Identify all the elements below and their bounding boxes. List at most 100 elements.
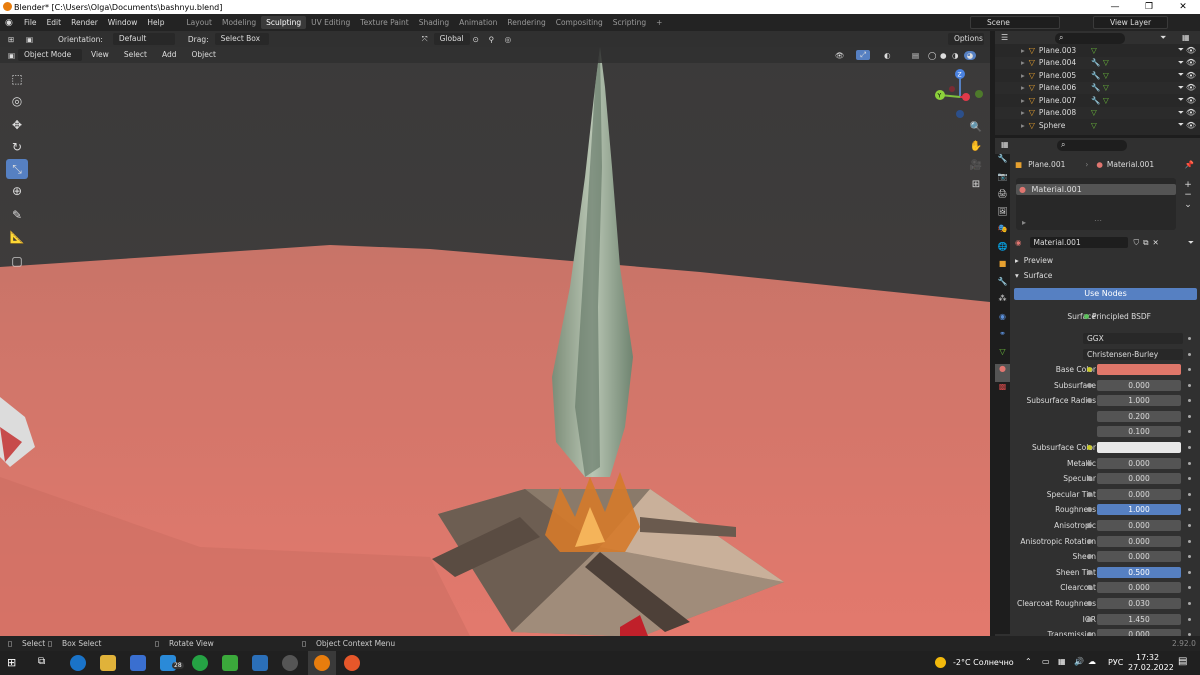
socket-dot-icon[interactable] (1087, 569, 1092, 575)
selectable-funnel-icon[interactable]: ⏷ (1178, 120, 1184, 130)
modifier-tab-icon[interactable]: 🔧 (995, 277, 1010, 295)
visibility-eye-icon[interactable]: 👁 (1186, 58, 1196, 67)
maps-icon[interactable] (222, 655, 238, 671)
tab-compositing[interactable]: Compositing (551, 16, 608, 29)
cursor-tool-icon[interactable]: ◎ (6, 91, 28, 111)
keyframe-dot[interactable] (1188, 555, 1191, 559)
orientation-dropdown[interactable]: Default (112, 33, 175, 45)
add-slot-icon[interactable]: + (1180, 180, 1196, 190)
firefox-icon[interactable] (344, 655, 360, 671)
texture-tab-icon[interactable]: ▩ (995, 382, 1010, 400)
mesh-data-icon[interactable]: ▽ (1103, 58, 1109, 67)
add-workspace-icon[interactable]: + (651, 16, 667, 29)
socket-dot-icon[interactable] (1087, 445, 1092, 450)
visibility-eye-icon[interactable]: 👁 (1186, 96, 1196, 105)
keyframe-dot[interactable] (1188, 414, 1191, 418)
visibility-eye-icon[interactable]: 👁 (1186, 46, 1196, 55)
property-field[interactable]: 0.500 (1097, 566, 1181, 578)
snap-icon[interactable]: ⚲ (489, 35, 505, 44)
property-field[interactable]: 0.200 (1097, 410, 1181, 422)
close-button[interactable]: ✕ (1166, 0, 1200, 14)
task-view-icon[interactable]: ⧉ (38, 656, 45, 667)
visibility-eye-icon[interactable]: 👁 (1186, 121, 1196, 130)
rendered-shading-icon[interactable]: ◕ (964, 50, 976, 60)
outliner-item[interactable]: ▸ ▽ Plane.006 🔧 ▽ ⏷ 👁 (995, 81, 1200, 94)
menu-file[interactable]: File (19, 18, 42, 27)
tab-animation[interactable]: Animation (454, 16, 502, 29)
menu-edit[interactable]: Edit (42, 18, 67, 27)
menu-select[interactable]: Select (118, 49, 153, 61)
file-explorer-icon[interactable] (100, 655, 116, 671)
socket-dot-icon[interactable] (1087, 601, 1092, 606)
language-indicator[interactable]: РУС (1108, 658, 1123, 667)
wireframe-shading-icon[interactable]: ◯ (928, 51, 940, 60)
socket-dot-icon[interactable] (1087, 382, 1092, 388)
whatsapp-icon[interactable] (192, 655, 208, 671)
menu-view[interactable]: View (85, 49, 115, 61)
select-tool-icon[interactable]: ⬚ (6, 69, 28, 89)
blender-task-active[interactable] (308, 651, 336, 675)
distribution-dropdown[interactable]: GGX (1083, 333, 1183, 344)
socket-dot-icon[interactable] (1087, 616, 1092, 622)
mode-dropdown[interactable]: Object Mode (18, 49, 82, 61)
options-dropdown[interactable]: Options (948, 33, 984, 45)
physics-tab-icon[interactable]: ◉ (995, 312, 1010, 330)
property-field[interactable]: 0.000 (1097, 551, 1181, 563)
visibility-eye-icon[interactable]: 👁 (1186, 71, 1196, 80)
grid-view-icon[interactable]: ⊞ (968, 179, 984, 198)
property-field[interactable]: 0.000 (1097, 379, 1181, 391)
keyframe-dot[interactable] (1188, 617, 1191, 621)
pin-icon[interactable]: 📌 (1185, 160, 1194, 169)
remove-slot-icon[interactable]: − (1180, 190, 1196, 200)
keyframe-dot[interactable] (1188, 477, 1191, 481)
socket-dot-icon[interactable] (1087, 491, 1092, 497)
properties-search-input[interactable]: ⌕ (1057, 140, 1127, 151)
selectable-funnel-icon[interactable]: ⏷ (1178, 108, 1184, 118)
selectable-funnel-icon[interactable]: ⏷ (1178, 70, 1184, 80)
xray-icon[interactable]: ▤ (912, 51, 926, 60)
property-field[interactable]: 1.000 (1097, 395, 1181, 407)
property-field[interactable]: 0.030 (1097, 598, 1181, 609)
property-field[interactable]: 1.000 (1097, 504, 1181, 516)
menu-render[interactable]: Render (66, 18, 103, 27)
expand-arrow-icon[interactable]: ▸ (1021, 83, 1025, 92)
particles-tab-icon[interactable]: ⁂ (995, 294, 1010, 312)
modifier-icon[interactable]: 🔧 (1091, 96, 1100, 105)
blender-menu-icon[interactable]: ◉ (5, 18, 19, 28)
clock-date[interactable]: 27.02.2022 (1128, 663, 1174, 672)
visibility-eye-icon[interactable]: 👁 (1186, 83, 1196, 92)
keyframe-dot[interactable] (1188, 383, 1191, 387)
scale-tool-icon[interactable]: ⤡ (6, 159, 28, 179)
editor-type-icon[interactable]: ⊞ (8, 35, 26, 44)
use-nodes-button[interactable]: Use Nodes (1014, 288, 1197, 300)
volume-icon[interactable]: 🔊 (1074, 657, 1084, 666)
modifier-icon[interactable]: 🔧 (1091, 83, 1100, 92)
render-tab-icon[interactable]: 📷 (995, 172, 1010, 190)
new-collection-icon[interactable]: ▦ (1182, 33, 1190, 42)
network-icon[interactable]: ▦ (1058, 657, 1066, 666)
properties-editor-icon[interactable]: ▦ (1001, 140, 1009, 149)
subsurface-method-dropdown[interactable]: Christensen-Burley (1083, 349, 1183, 360)
outliner-item[interactable]: ▸ ▽ Plane.004 🔧 ▽ ⏷ 👁 (995, 56, 1200, 69)
mesh-data-icon[interactable]: ▽ (1103, 71, 1109, 80)
tab-scripting[interactable]: Scripting (608, 16, 651, 29)
expand-arrow-icon[interactable]: ▸ (1021, 121, 1025, 130)
keyframe-dot[interactable] (1188, 399, 1191, 403)
socket-dot-icon[interactable] (1087, 367, 1092, 372)
outliner-editor-icon[interactable]: ☰ (1001, 33, 1008, 42)
keyframe-dot[interactable] (1188, 508, 1191, 512)
keyframe-dot[interactable] (1188, 570, 1191, 574)
store-icon[interactable] (130, 655, 146, 671)
outliner-item[interactable]: ▸ ▽ Sphere ▽ ⏷ 👁 (995, 119, 1200, 132)
socket-dot-icon[interactable] (1087, 523, 1092, 528)
start-button[interactable]: ⊞ (7, 656, 16, 669)
edge-icon[interactable] (70, 655, 86, 671)
property-field[interactable]: 0.000 (1097, 457, 1181, 469)
property-field[interactable]: 0.000 (1097, 582, 1181, 594)
outliner-search-input[interactable]: ⌕ (1055, 33, 1125, 44)
keyframe-dot[interactable] (1188, 524, 1191, 527)
constraints-tab-icon[interactable]: ⚭ (995, 329, 1010, 347)
battery-icon[interactable]: ▭ (1042, 657, 1050, 666)
keyframe-dot[interactable] (1188, 461, 1191, 465)
rotate-tool-icon[interactable]: ↻ (6, 137, 28, 157)
